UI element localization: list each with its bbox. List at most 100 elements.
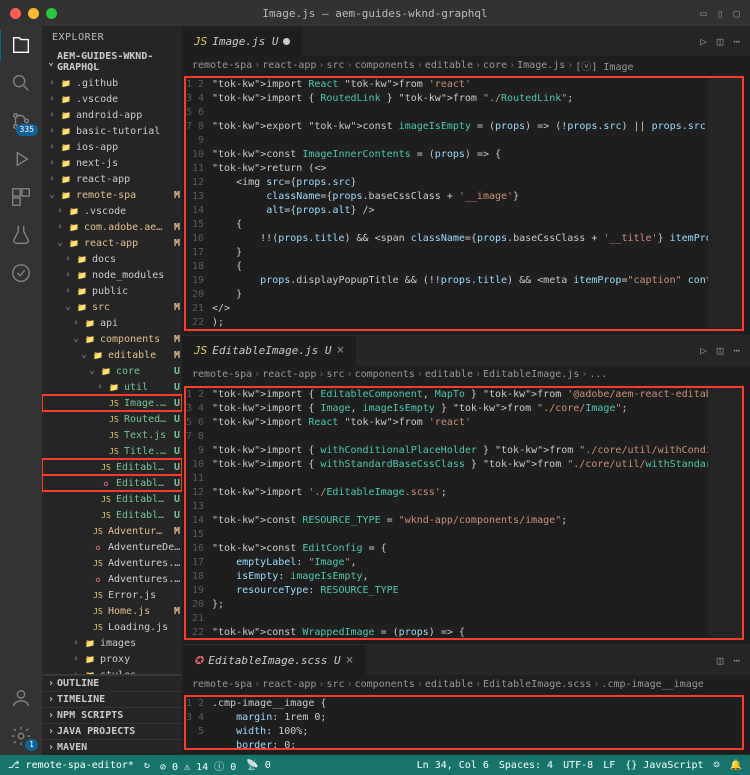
tree-folder[interactable]: ›📁react-app (42, 171, 182, 187)
tree-file[interactable]: ✪Adventures.scss (42, 571, 182, 587)
panel-layout-icon[interactable]: ▭ (700, 7, 707, 20)
tree-folder[interactable]: ⌄📁remote-spaM (42, 187, 182, 203)
tree-file[interactable]: JSTitle.jsU (42, 443, 182, 459)
tree-folder[interactable]: ⌄📁coreU (42, 363, 182, 379)
minimap[interactable] (708, 386, 744, 641)
testing-icon[interactable] (10, 224, 32, 246)
minimize-window-icon[interactable] (28, 8, 39, 19)
tree-file[interactable]: JSText.jsU (42, 427, 182, 443)
tree-file[interactable]: ✪AdventureDetail.scss (42, 539, 182, 555)
tree-folder[interactable]: ›📁images (42, 635, 182, 651)
java-projects-section[interactable]: ›JAVA PROJECTS (42, 723, 182, 739)
close-icon[interactable]: × (336, 343, 344, 358)
breadcrumb-2[interactable]: remote-spa › react-app › src › component… (182, 366, 750, 384)
port-status[interactable]: 📡 0 (246, 760, 271, 771)
breadcrumb-1[interactable]: remote-spa › react-app › src › component… (182, 56, 750, 74)
run-icon[interactable]: ▷ (700, 344, 707, 357)
maximize-window-icon[interactable] (46, 8, 57, 19)
panel-layout-icon[interactable]: ▯ (717, 7, 724, 20)
tree-folder[interactable]: ⌄📁react-appM (42, 235, 182, 251)
code[interactable]: "tok-kw">import { EditableComponent, Map… (212, 386, 708, 641)
tree-folder[interactable]: ⌄📁editableM (42, 347, 182, 363)
npm-scripts-section[interactable]: ›NPM SCRIPTS (42, 707, 182, 723)
code-area-1[interactable]: 1 2 3 4 5 6 7 8 9 10 11 12 13 14 15 16 1… (184, 76, 744, 331)
remote-icon[interactable] (10, 262, 32, 284)
more-icon[interactable]: ⋯ (733, 654, 740, 667)
tree-file[interactable]: JSEditableTitle.jsU (42, 507, 182, 523)
maven-section[interactable]: ›MAVEN (42, 739, 182, 755)
tree-folder[interactable]: ›📁docs (42, 251, 182, 267)
tree-file[interactable]: JSEditableImage.jsU (42, 459, 182, 475)
title-actions: ▭ ▯ ▢ (700, 7, 740, 20)
branch-status[interactable]: ⎇ remote-spa-editor* (8, 760, 134, 771)
close-window-icon[interactable] (10, 8, 21, 19)
debug-icon[interactable] (10, 148, 32, 170)
language-status[interactable]: {} JavaScript (625, 760, 703, 771)
source-control-icon[interactable]: 335 (10, 110, 32, 132)
tab-editableimage-scss[interactable]: ✪ EditableImage.scss U × (182, 645, 367, 675)
timeline-section[interactable]: ›TIMELINE (42, 691, 182, 707)
bell-icon[interactable]: 🔔 (730, 760, 742, 771)
tree-file[interactable]: JSImage.jsU (42, 395, 182, 411)
tree-file[interactable]: JSAdventureDetail.jsM (42, 523, 182, 539)
explorer-icon[interactable] (10, 34, 32, 56)
code[interactable]: .cmp-image__image { margin: 1rem 0; widt… (212, 695, 744, 750)
tree-folder[interactable]: ›📁.vscode (42, 203, 182, 219)
breadcrumb-3[interactable]: remote-spa › react-app › src › component… (182, 675, 750, 693)
tree-file[interactable]: JSAdventures.js (42, 555, 182, 571)
tree-folder[interactable]: ›📁node_modules (42, 267, 182, 283)
tree-file[interactable]: JSError.js (42, 587, 182, 603)
panel-layout-icon[interactable]: ▢ (733, 7, 740, 20)
tree-file[interactable]: ✪EditableImage.scssU (42, 475, 182, 491)
more-icon[interactable]: ⋯ (733, 344, 740, 357)
outline-section[interactable]: ›OUTLINE (42, 675, 182, 691)
encoding-status[interactable]: UTF-8 (563, 760, 593, 771)
activity-bar: 335 1 (0, 26, 42, 755)
tree-folder[interactable]: ›📁com.adobe.aem.guides.wkn…M (42, 219, 182, 235)
code-area-3[interactable]: 1 2 3 4 5 .cmp-image__image { margin: 1r… (184, 695, 744, 750)
tree-folder[interactable]: ›📁utilU (42, 379, 182, 395)
extensions-icon[interactable] (10, 186, 32, 208)
split-icon[interactable]: ◫ (717, 344, 724, 357)
account-icon[interactable] (10, 687, 32, 709)
tree-folder[interactable]: ›📁android-app (42, 107, 182, 123)
problems-status[interactable]: ⊘ 0 ⚠ 14 ⓘ 0 (160, 758, 236, 773)
editor-group-2: JS EditableImage.js U × ▷ ◫ ⋯ remote-spa… (182, 336, 750, 646)
tree-folder[interactable]: ›📁.vscode (42, 91, 182, 107)
tree-file[interactable]: JSEditableText.jsU (42, 491, 182, 507)
tree-file[interactable]: JSLoading.js (42, 619, 182, 635)
gear-icon[interactable]: 1 (10, 725, 32, 747)
feedback-icon[interactable]: ☺ (714, 760, 720, 771)
minimap[interactable] (708, 76, 744, 331)
tree-folder[interactable]: ›📁basic-tutorial (42, 123, 182, 139)
window-title: Image.js — aem-guides-wknd-graphql (262, 7, 487, 20)
code-area-2[interactable]: 1 2 3 4 5 6 7 8 9 10 11 12 13 14 15 16 1… (184, 386, 744, 641)
tree-folder[interactable]: ⌄📁componentsM (42, 331, 182, 347)
split-icon[interactable]: ◫ (717, 654, 724, 667)
main-area: 335 1 EXPLORER ⌄AEM-GUIDES-WKND-GRAPHQ (0, 26, 750, 755)
indent-status[interactable]: Spaces: 4 (499, 760, 553, 771)
tree-folder[interactable]: ›📁api (42, 315, 182, 331)
tree-folder[interactable]: ›📁public (42, 283, 182, 299)
split-icon[interactable]: ◫ (717, 35, 724, 48)
search-icon[interactable] (10, 72, 32, 94)
project-title[interactable]: ⌄AEM-GUIDES-WKND-GRAPHQL (42, 49, 182, 75)
run-icon[interactable]: ▷ (700, 35, 707, 48)
sync-icon[interactable]: ↻ (144, 760, 150, 771)
tree-file[interactable]: JSHome.jsM (42, 603, 182, 619)
cursor-position[interactable]: Ln 34, Col 6 (417, 760, 489, 771)
more-icon[interactable]: ⋯ (733, 35, 740, 48)
tab-image-js[interactable]: JS Image.js U (182, 26, 303, 56)
tree-folder[interactable]: ›📁next-js (42, 155, 182, 171)
tree-folder[interactable]: ›📁ios-app (42, 139, 182, 155)
tree-file[interactable]: JSRoutedLink.jsU (42, 411, 182, 427)
eol-status[interactable]: LF (603, 760, 615, 771)
tree-folder[interactable]: ›📁styles (42, 667, 182, 674)
tree-folder[interactable]: ›📁.github (42, 75, 182, 91)
tree-folder[interactable]: ⌄📁srcM (42, 299, 182, 315)
titlebar: Image.js — aem-guides-wknd-graphql ▭ ▯ ▢ (0, 0, 750, 26)
code[interactable]: "tok-kw">import React "tok-kw">from 'rea… (212, 76, 708, 331)
close-icon[interactable]: × (346, 653, 354, 668)
tab-editableimage-js[interactable]: JS EditableImage.js U × (182, 336, 357, 366)
tree-folder[interactable]: ›📁proxy (42, 651, 182, 667)
